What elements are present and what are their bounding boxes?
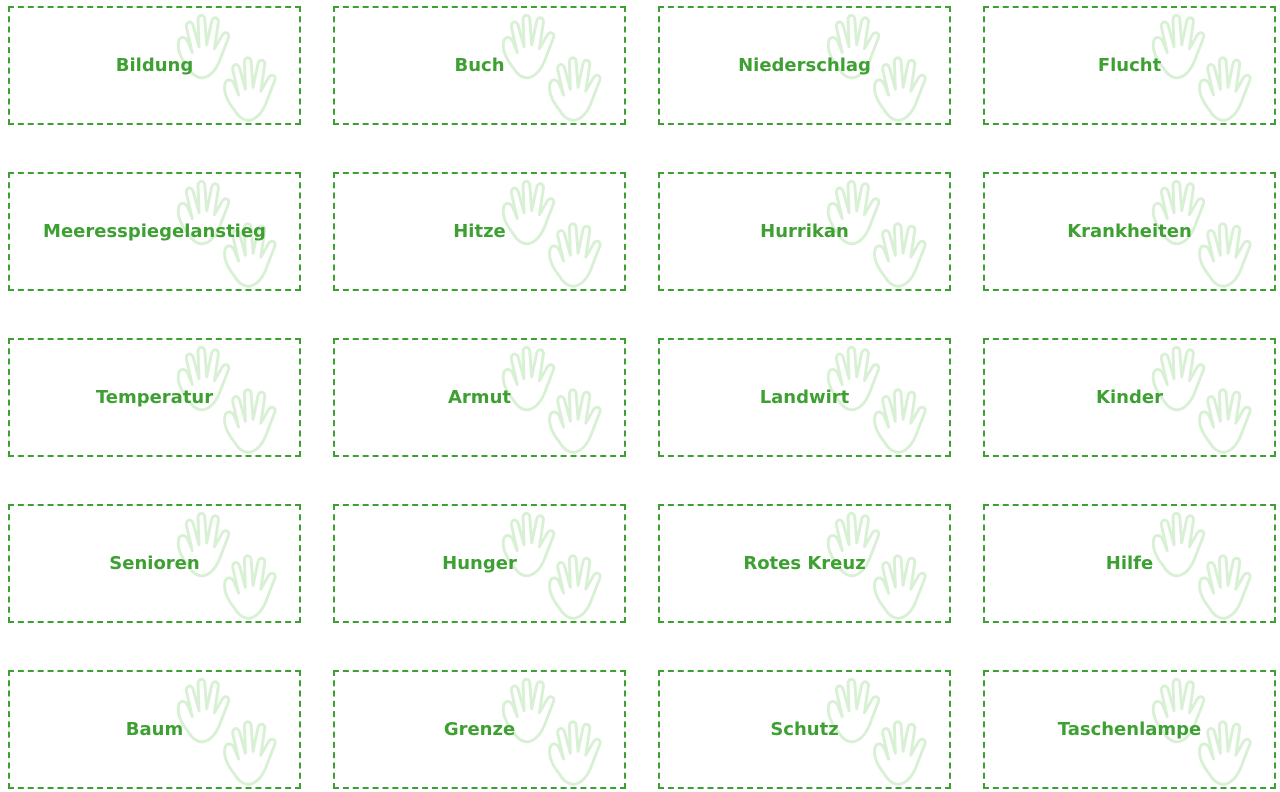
word-card[interactable]: Baum [8,670,301,789]
word-card[interactable]: Buch [333,6,626,125]
word-card-label: Hurrikan [760,221,849,242]
word-card[interactable]: Hunger [333,504,626,623]
word-card[interactable]: Hitze [333,172,626,291]
word-card[interactable]: Bildung [8,6,301,125]
word-card-label: Schutz [770,719,839,740]
word-card[interactable]: Flucht [983,6,1276,125]
word-card-label: Armut [448,387,511,408]
word-card-label: Temperatur [95,387,214,408]
word-card-label: Hilfe [1105,553,1154,574]
word-card-label: Rotes Kreuz [743,553,866,574]
word-card-label: Hunger [442,553,517,574]
word-card[interactable]: Meeresspiegelanstieg [8,172,301,291]
word-card-label: Taschenlampe [1057,719,1202,740]
word-card-label: Hitze [453,221,506,242]
word-card[interactable]: Armut [333,338,626,457]
word-card-label: Senioren [109,553,200,574]
word-card[interactable]: Kinder [983,338,1276,457]
word-card[interactable]: Niederschlag [658,6,951,125]
word-card[interactable]: Krankheiten [983,172,1276,291]
word-card-label: Landwirt [759,387,850,408]
word-card-label: Niederschlag [738,55,871,76]
word-card[interactable]: Taschenlampe [983,670,1276,789]
word-card-label: Baum [125,719,184,740]
word-card[interactable]: Senioren [8,504,301,623]
word-card-label: Kinder [1096,387,1163,408]
word-card-label: Grenze [443,719,516,740]
word-card[interactable]: Landwirt [658,338,951,457]
word-card-label: Meeresspiegelanstieg [43,221,266,242]
word-card-grid: Bildung Buch Niederschlag Flucht Meeress… [8,6,1278,790]
word-card[interactable]: Hilfe [983,504,1276,623]
word-card[interactable]: Rotes Kreuz [658,504,951,623]
word-card-label: Flucht [1097,55,1162,76]
word-card[interactable]: Temperatur [8,338,301,457]
word-card-label: Buch [454,55,505,76]
word-card[interactable]: Hurrikan [658,172,951,291]
word-card-label: Bildung [115,55,194,76]
word-card[interactable]: Grenze [333,670,626,789]
word-card-label: Krankheiten [1067,221,1192,242]
word-card[interactable]: Schutz [658,670,951,789]
